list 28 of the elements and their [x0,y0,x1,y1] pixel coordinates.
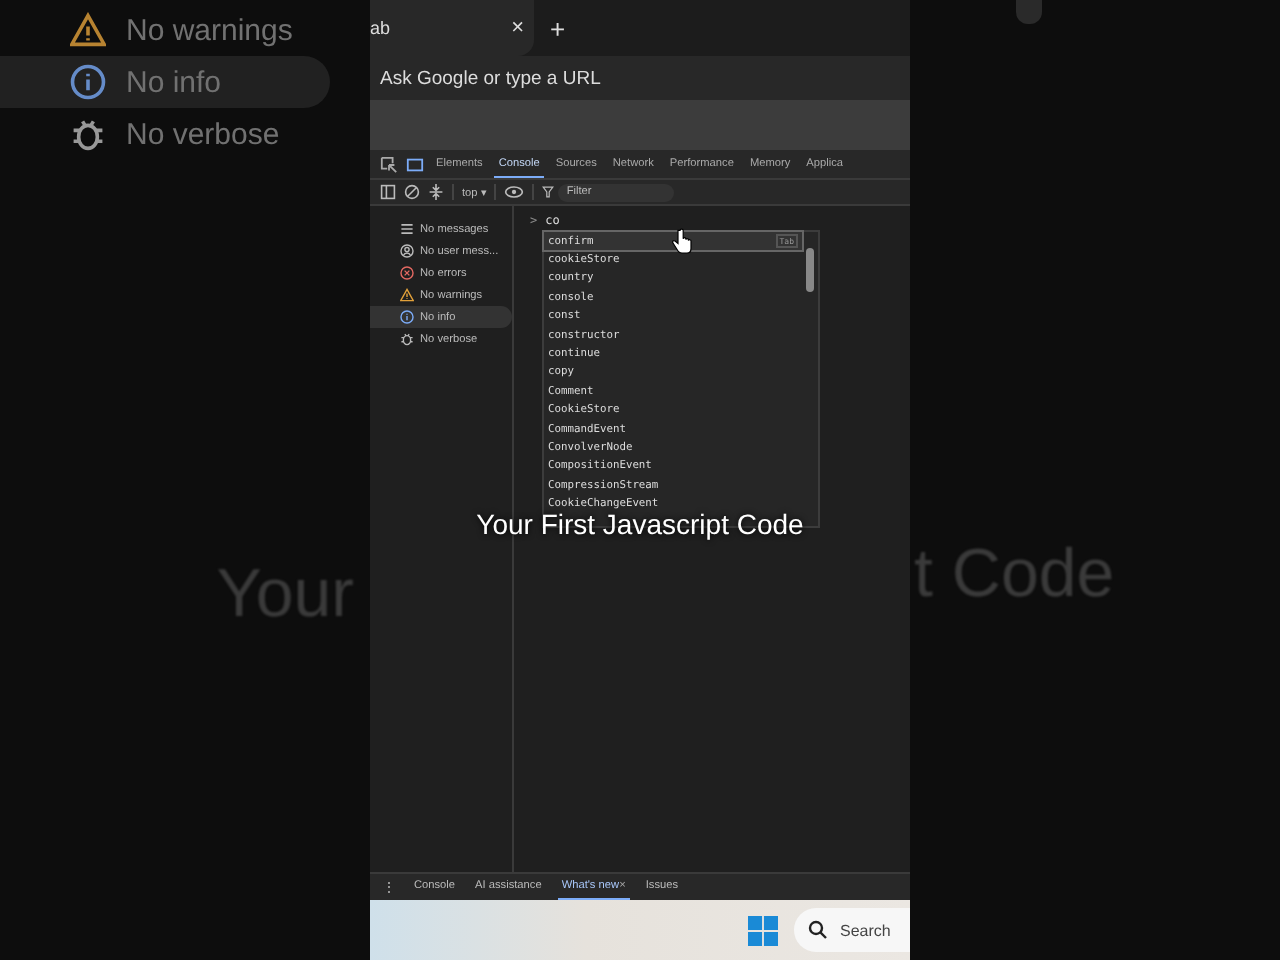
sidebar-item: No warnings [0,4,330,56]
device-icon[interactable] [406,155,424,173]
eye-icon[interactable] [504,184,525,200]
windows-logo-icon[interactable] [748,915,778,945]
user-icon [400,244,414,258]
error-icon [400,266,414,280]
bug-icon [400,332,414,346]
hand-cursor-icon [672,228,692,254]
info-icon [400,310,414,324]
sidebar-item: No verbose [0,108,330,160]
taskbar-search[interactable]: Search [794,908,910,952]
new-tab-button[interactable]: + [534,13,582,43]
sidebar-item: No info [0,56,330,108]
inspect-icon[interactable] [380,155,398,173]
clear-icon[interactable] [404,184,420,200]
bug-icon [70,116,106,152]
caption-text: Your First Javascript Code [474,508,806,540]
scrollbar [1016,0,1042,24]
search-icon [808,920,828,940]
address-bar[interactable]: Ask Google or type a URL [370,65,884,91]
browser-tab[interactable]: ab × [370,0,534,56]
filter-icon [542,186,555,198]
warning-icon [400,288,414,302]
list-icon [400,222,414,236]
warning-icon [70,12,106,48]
split-icon[interactable] [428,184,444,200]
sidebar-toggle-icon[interactable] [380,184,396,200]
info-icon [70,64,106,100]
